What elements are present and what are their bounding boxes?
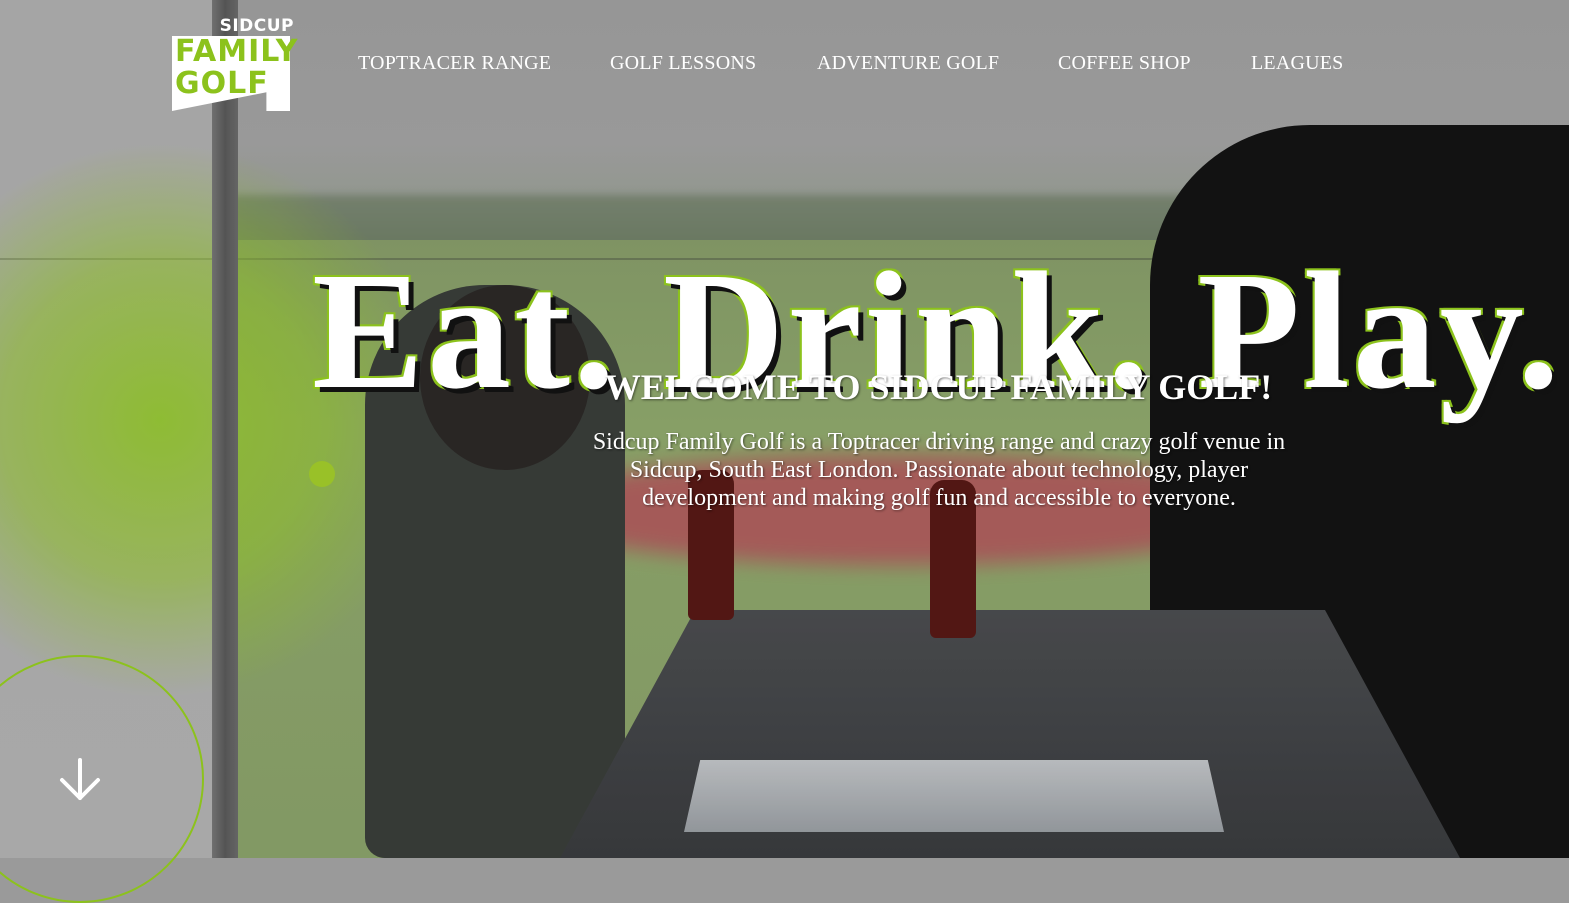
nav-item-leagues[interactable]: LEAGUES	[1251, 52, 1344, 75]
nav-item-toptracer-range[interactable]: TOPTRACER RANGE	[358, 52, 551, 75]
welcome-heading: WELCOME TO SIDCUP FAMILY GOLF!	[604, 366, 1273, 407]
nav-item-golf-lessons[interactable]: GOLF LESSONS	[610, 52, 756, 75]
intro-paragraph: Sidcup Family Golf is a Toptracer drivin…	[592, 429, 1286, 511]
logo-text-sidcup: SIDCUP	[219, 16, 294, 36]
site-logo[interactable]: SIDCUP FAMILY GOLF	[172, 16, 299, 111]
logo-text-golf: GOLF	[175, 66, 269, 101]
arrow-down-icon[interactable]	[58, 756, 102, 804]
nav-item-adventure-golf[interactable]: ADVENTURE GOLF	[817, 52, 999, 75]
logo-text-family: FAMILY	[175, 34, 299, 69]
nav-item-coffee-shop[interactable]: COFFEE SHOP	[1058, 52, 1191, 75]
